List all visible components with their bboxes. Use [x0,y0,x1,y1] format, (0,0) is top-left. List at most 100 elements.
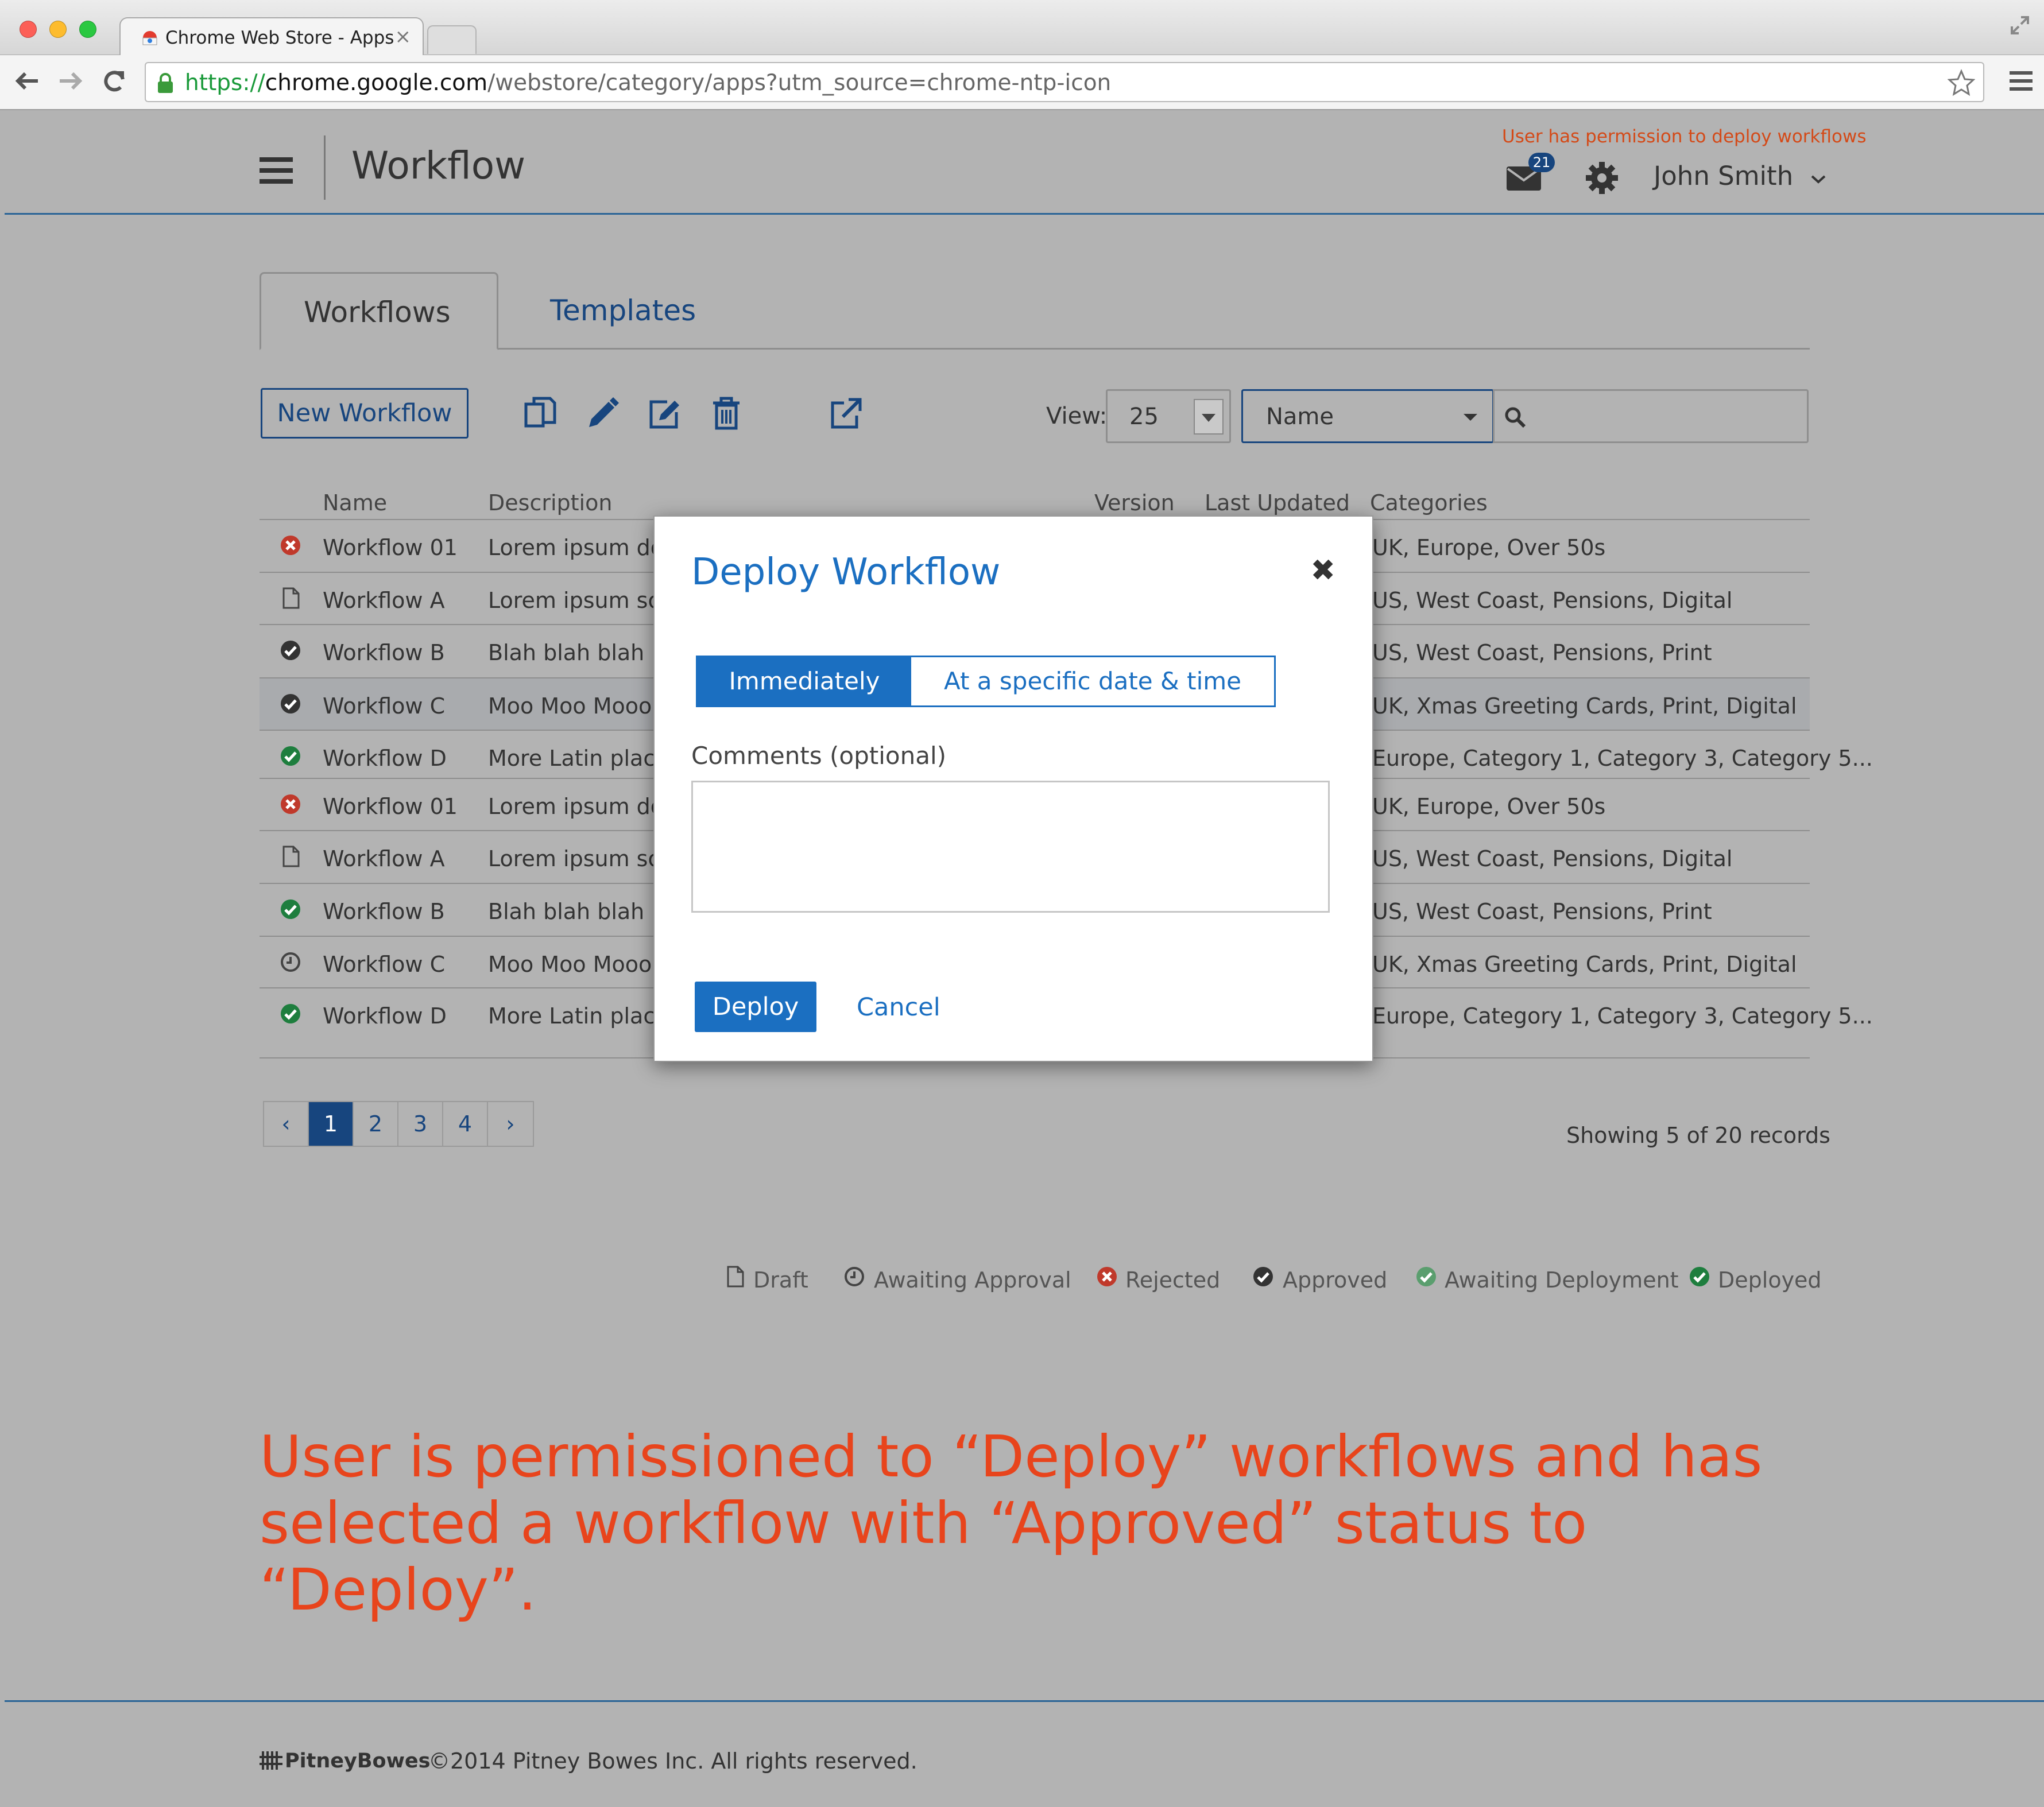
row-description: Lorem ipsum so [488,846,661,871]
records-count: Showing 5 of 20 records [1566,1123,1830,1148]
row-categories: US, West Coast, Pensions, Print [1372,640,1712,665]
chevron-down-icon [1811,175,1825,184]
browser-tab[interactable]: Chrome Web Store - Apps × [119,17,424,56]
zoom-window-button[interactable] [79,21,96,38]
deployed-icon [1688,1265,1711,1288]
forward-arrow-icon[interactable] [56,67,85,102]
cancel-button[interactable]: Cancel [857,993,940,1022]
user-menu[interactable]: John Smith [1654,161,1827,191]
copy-icon[interactable] [521,395,559,433]
search-input[interactable] [1493,389,1809,443]
mail-count-badge: 21 [1528,153,1555,172]
tab-templates[interactable]: Templates [550,294,696,327]
hamburger-menu-icon[interactable] [260,157,293,190]
browser-toolbar: https://chrome.google.com/webstore/categ… [0,55,2044,110]
column-header-last-updated[interactable]: Last Updated [1205,490,1350,515]
close-window-button[interactable] [20,21,37,38]
page-1-button[interactable]: 1 [309,1102,354,1146]
row-name: Workflow B [323,899,445,924]
header-divider [324,135,326,200]
draft-icon [723,1265,746,1288]
close-icon[interactable]: ✖ [1310,553,1335,588]
comments-textarea[interactable] [691,781,1330,913]
deploy-timing-toggle: Immediately At a specific date & time [696,656,1276,707]
view-count-value: 25 [1129,404,1159,430]
new-workflow-button[interactable]: New Workflow [261,388,469,439]
tab-title: Chrome Web Store - Apps [165,28,394,48]
back-arrow-icon[interactable] [13,67,41,102]
pagination: ‹ 1 2 3 4 › [263,1101,534,1147]
mail-icon[interactable]: 21 [1505,153,1555,195]
row-description: Moo Moo Mooo [488,693,652,719]
row-categories: UK, Xmas Greeting Cards, Print, Digital [1372,693,1797,719]
gear-icon[interactable] [1585,161,1619,197]
trash-icon[interactable] [707,395,745,433]
legend-awaiting-approval: Awaiting Approval [874,1267,1071,1293]
awaiting-approval-icon [843,1265,866,1288]
row-name: Workflow 01 [323,794,458,819]
copyright-text: ©2014 Pitney Bowes Inc. All rights reser… [428,1748,918,1774]
row-categories: UK, Xmas Greeting Cards, Print, Digital [1372,952,1797,977]
permission-note: User has permission to deploy workflows [1502,126,1867,147]
minimize-window-button[interactable] [49,21,67,38]
bookmark-star-icon[interactable] [1947,69,1976,99]
comments-label: Comments (optional) [691,742,946,770]
app-title: Workflow [351,144,526,188]
prev-page-button[interactable]: ‹ [264,1102,309,1146]
app-header: Workflow User has permission to deploy w… [5,110,2044,215]
awaiting-deployment-icon [1415,1265,1438,1288]
deploy-workflow-dialog: Deploy Workflow ✖ Immediately At a speci… [653,515,1373,1062]
row-description: Moo Moo Mooo [488,952,652,977]
next-page-button[interactable]: › [488,1102,533,1146]
sort-field-select[interactable]: Name [1241,389,1494,443]
row-description: Lorem ipsum do [488,535,664,560]
tab-workflows[interactable]: Workflows [260,272,498,350]
address-bar[interactable]: https://chrome.google.com/webstore/categ… [145,62,1984,102]
legend-awaiting-deployment: Awaiting Deployment [1445,1267,1679,1293]
row-description: More Latin place [488,1003,669,1029]
row-name: Workflow C [323,952,446,977]
row-categories: UK, Europe, Over 50s [1372,535,1606,560]
rejected-icon [279,534,302,557]
deployed-icon [279,1002,302,1025]
legend-draft: Draft [753,1267,808,1293]
row-categories: Europe, Category 1, Category 3, Category… [1372,1003,1873,1029]
tab-close-icon[interactable]: × [395,25,412,48]
pitney-bowes-logo: PitneyBowes [260,1750,430,1773]
annotation-text: User is permissioned to “Deploy” workflo… [260,1423,1763,1623]
lock-icon [156,72,175,96]
approved-icon [279,692,302,715]
column-header-version[interactable]: Version [1094,490,1175,515]
row-description: Blah blah blah [488,899,645,924]
column-header-description[interactable]: Description [488,490,612,515]
edit-square-icon[interactable] [645,395,683,433]
immediately-option[interactable]: Immediately [698,657,911,705]
specific-date-option[interactable]: At a specific date & time [911,657,1274,705]
deploy-button[interactable]: Deploy [695,982,816,1032]
page-2-button[interactable]: 2 [354,1102,398,1146]
new-tab-button[interactable] [427,25,477,54]
row-categories: US, West Coast, Pensions, Digital [1372,846,1733,871]
sort-field-value: Name [1266,404,1334,430]
row-name: Workflow 01 [323,535,458,560]
approved-icon [279,639,302,662]
awaiting-approval-icon [279,951,302,974]
browser-menu-icon[interactable] [2010,71,2033,91]
external-link-icon[interactable] [827,395,865,433]
dialog-title: Deploy Workflow [691,551,1001,594]
page-4-button[interactable]: 4 [443,1102,488,1146]
row-categories: US, West Coast, Pensions, Print [1372,899,1712,924]
deployed-icon [279,744,302,767]
reload-icon[interactable] [100,67,129,102]
view-count-select[interactable]: 25 [1106,389,1231,443]
fullscreen-icon[interactable] [2008,14,2031,39]
search-icon [1505,407,1526,428]
page-3-button[interactable]: 3 [398,1102,443,1146]
legend-approved: Approved [1283,1267,1388,1293]
pencil-icon[interactable] [583,395,621,433]
url-text: https://chrome.google.com/webstore/categ… [185,70,1112,96]
column-header-name[interactable]: Name [323,490,387,515]
column-header-categories[interactable]: Categories [1370,490,1488,515]
user-name: John Smith [1654,161,1794,191]
chrome-store-favicon-icon [141,30,158,49]
